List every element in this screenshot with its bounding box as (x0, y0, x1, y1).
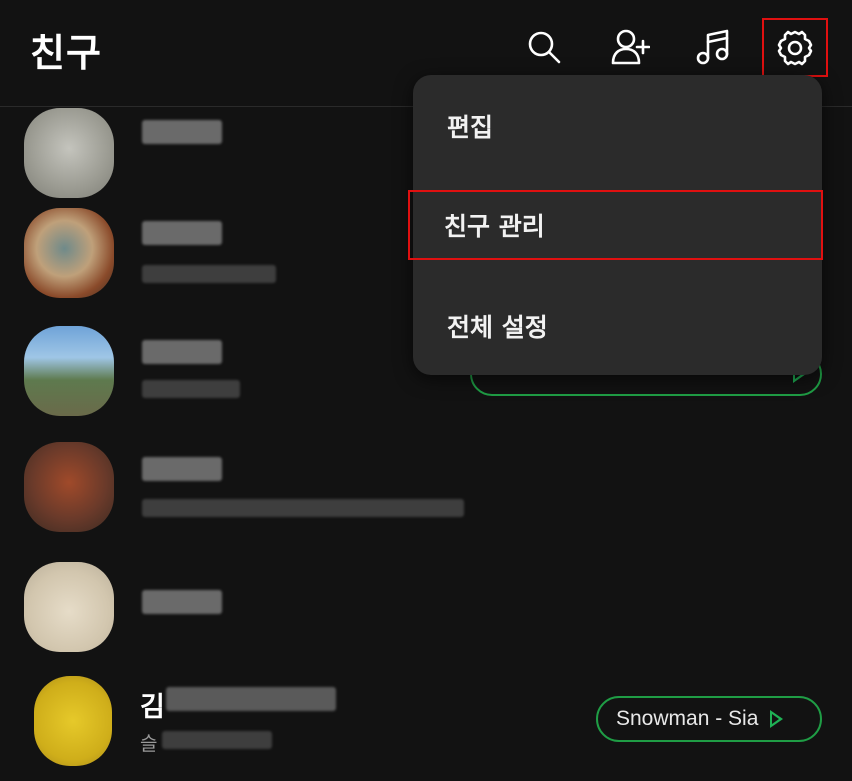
music-pill[interactable]: Snowman - Sia (596, 696, 822, 742)
friend-name-pixelated (142, 590, 222, 614)
search-icon (528, 31, 561, 64)
friend-status-pixelated (142, 265, 276, 283)
avatar (24, 108, 114, 198)
music-icon (696, 29, 729, 65)
friend-row[interactable] (0, 554, 852, 664)
friend-row[interactable] (0, 437, 852, 547)
friend-name-partial: 김 (140, 692, 165, 723)
settings-menu: 편집 친구 관리 전체 설정 (408, 75, 823, 375)
friend-name-pixelated (166, 687, 336, 711)
play-icon (770, 710, 784, 728)
add-friend-button[interactable] (607, 24, 653, 70)
avatar (34, 676, 112, 766)
friend-row[interactable]: 김 슬 Snowman - Sia (0, 671, 852, 781)
friend-name-pixelated (142, 457, 222, 481)
friend-status-pixelated (162, 731, 272, 749)
menu-item-edit[interactable]: 편집 (413, 93, 822, 159)
friend-status-partial: 슬 (140, 733, 158, 755)
menu-item-label: 편집 (447, 113, 494, 142)
settings-button[interactable] (762, 18, 828, 77)
avatar (24, 562, 114, 652)
menu-item-label: 전체 설정 (447, 313, 548, 342)
avatar (24, 208, 114, 298)
settings-icon (777, 30, 813, 65)
friend-name-pixelated (142, 340, 222, 364)
avatar (24, 326, 114, 416)
friend-name-pixelated (142, 221, 222, 245)
friend-name-pixelated (142, 120, 222, 144)
page-title: 친구 (30, 31, 102, 75)
menu-item-manage-friends[interactable]: 친구 관리 (408, 190, 823, 260)
search-button[interactable] (521, 24, 567, 70)
music-button[interactable] (690, 24, 736, 70)
avatar (24, 442, 114, 532)
music-title: Snowman - Sia (616, 707, 759, 730)
friend-status-pixelated (142, 499, 464, 517)
menu-item-label: 친구 관리 (444, 212, 545, 241)
menu-item-all-settings[interactable]: 전체 설정 (413, 293, 822, 359)
add-friend-icon (611, 29, 650, 65)
friend-status-pixelated (142, 380, 240, 398)
